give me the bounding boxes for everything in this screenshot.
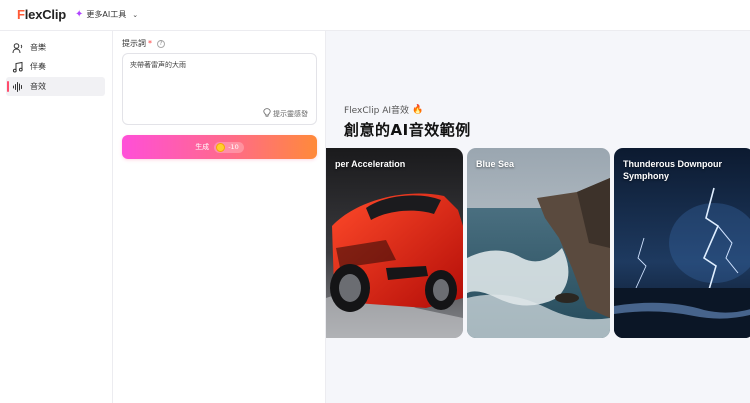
generate-label: 生成 xyxy=(195,143,210,151)
sidebar-item-label: 音效 xyxy=(30,82,46,91)
card-label: Blue Sea xyxy=(476,159,515,169)
required-mark: * xyxy=(148,39,152,48)
sidebar-item-accompaniment[interactable]: 伴奏 xyxy=(6,57,105,76)
card-label: per Acceleration xyxy=(335,159,406,169)
inspiration-button[interactable]: 提示靈感發 xyxy=(263,108,308,119)
help-icon[interactable]: ? xyxy=(157,39,165,48)
example-card-thunderous-downpour[interactable]: Thunderous Downpour Symphony xyxy=(614,148,750,338)
lightbulb-icon xyxy=(263,108,271,119)
sea-cliff-image xyxy=(467,148,610,338)
showcase-title: 創意的AI音效範例 xyxy=(344,121,471,139)
fire-icon: 🔥 xyxy=(412,104,424,115)
sidebar-item-music[interactable]: 音樂 xyxy=(6,38,105,57)
chevron-down-icon: ⌄ xyxy=(132,10,139,19)
top-bar: FlexClip ✦ 更多AI工具 ⌄ xyxy=(0,0,750,31)
sidebar: 音樂 伴奏 音效 xyxy=(0,31,113,403)
more-ai-tools-label: 更多AI工具 xyxy=(86,10,127,19)
coin-icon xyxy=(216,142,226,152)
prompt-value: 夾帶著雷声的大雨 xyxy=(130,61,186,69)
examples-showcase: FlexClip AI音效 🔥 創意的AI音效範例 per Accelerati… xyxy=(326,31,750,403)
prompt-textarea[interactable]: 夾帶著雷声的大雨 提示靈感發 xyxy=(122,53,317,125)
prompt-panel: 提示詞 * ? 夾帶著雷声的大雨 提示靈感發 生成 -10 xyxy=(113,31,326,403)
sparkle-icon: ✦ xyxy=(75,8,84,20)
credit-cost-badge: -10 xyxy=(214,141,244,153)
card-label: Thunderous Downpour Symphony xyxy=(623,159,722,181)
sports-car-image xyxy=(326,148,463,338)
flexclip-logo[interactable]: FlexClip xyxy=(17,7,66,22)
showcase-subtitle: FlexClip AI音效 🔥 xyxy=(344,104,424,117)
music-note-icon xyxy=(12,61,24,73)
waveform-icon xyxy=(12,81,24,93)
sidebar-item-label: 音樂 xyxy=(30,43,46,52)
sidebar-item-label: 伴奏 xyxy=(30,62,46,71)
example-card-acceleration[interactable]: per Acceleration xyxy=(326,148,463,338)
example-card-blue-sea[interactable]: Blue Sea xyxy=(467,148,610,338)
more-ai-tools-dropdown[interactable]: ✦ 更多AI工具 ⌄ xyxy=(75,9,138,20)
generate-button[interactable]: 生成 -10 xyxy=(122,135,317,159)
prompt-label: 提示詞 * ? xyxy=(122,38,165,49)
voice-icon xyxy=(12,42,24,54)
sidebar-item-sound-effects[interactable]: 音效 xyxy=(6,77,105,96)
